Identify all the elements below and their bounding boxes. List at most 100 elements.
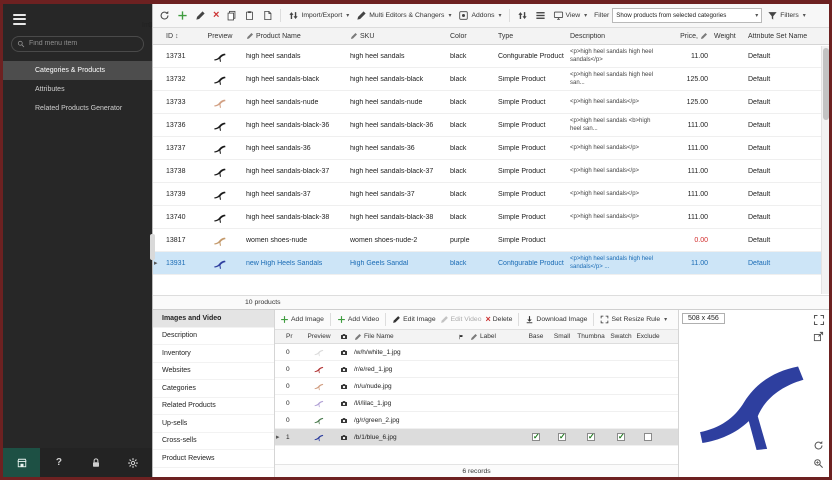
paste-button[interactable] [242, 8, 257, 23]
cell-sku[interactable]: high heel sandals-nude [347, 99, 447, 106]
header-small[interactable]: Small [549, 333, 575, 340]
header-file-name[interactable]: File Name [351, 333, 455, 341]
cell-file-name[interactable]: /w/h/white_1.jpg [351, 349, 455, 356]
import-export-menu[interactable]: Import/Export▾ [286, 8, 351, 23]
product-row[interactable]: 13732 high heel sandals-black high heel … [153, 68, 829, 91]
image-row[interactable]: 0 /n/u/nude.jpg [275, 378, 678, 395]
delete-image-button[interactable]: ×Delete [486, 315, 513, 324]
cell-file-name[interactable]: /g/r/green_2.jpg [351, 417, 455, 424]
cell-price[interactable]: 11.00 [661, 260, 711, 267]
header-swatch[interactable]: Swatch [607, 333, 635, 340]
document-button[interactable] [260, 8, 275, 23]
cell-small[interactable] [549, 433, 575, 441]
image-row[interactable]: 0 /w/h/white_1.jpg [275, 344, 678, 361]
edit-product-button[interactable] [193, 8, 208, 23]
cell-sku[interactable]: high heel sandals [347, 53, 447, 60]
header-preview[interactable]: Preview [301, 333, 337, 340]
header-priority[interactable]: Pr [283, 333, 301, 340]
image-row[interactable]: ▸ 1 /b/1/blue_6.jpg [275, 429, 678, 446]
detail-tab[interactable]: Related Products [153, 398, 274, 416]
grid-scrollbar[interactable] [821, 46, 829, 294]
multi-editors-menu[interactable]: Multi Editors & Changers▾ [354, 8, 453, 23]
zoom-button[interactable] [812, 458, 825, 471]
add-video-button[interactable]: Add Video [337, 315, 379, 324]
product-row[interactable]: 13733 high heel sandals-nude high heel s… [153, 91, 829, 114]
sidebar-item[interactable]: Categories & Products [3, 61, 152, 80]
edit-image-button[interactable]: Edit Image [392, 315, 436, 324]
header-exclude[interactable]: Exclude [635, 333, 661, 340]
detail-tab[interactable]: Categories [153, 380, 274, 398]
cell-exclude[interactable] [635, 433, 661, 441]
download-image-button[interactable]: Download Image [525, 315, 587, 324]
rotate-button[interactable] [812, 440, 825, 453]
cell-product-name[interactable]: high heel sandals [243, 53, 347, 60]
sidebar-item[interactable]: Attributes [3, 80, 152, 99]
cell-product-name[interactable]: high heel sandals-37 [243, 191, 347, 198]
help-button[interactable]: ? [40, 448, 77, 477]
detail-tab[interactable]: Up-sells [153, 415, 274, 433]
cell-file-name[interactable]: /n/u/nude.jpg [351, 383, 455, 390]
cell-product-name[interactable]: high heel sandals-black-37 [243, 168, 347, 175]
add-image-button[interactable]: Add Image [280, 315, 324, 324]
thumbnail-checkbox[interactable] [587, 433, 595, 441]
image-row[interactable]: 0 /g/r/green_2.jpg [275, 412, 678, 429]
header-description[interactable]: Description [567, 33, 661, 40]
menu-search-input[interactable] [29, 40, 138, 47]
set-resize-rule-button[interactable]: Set Resize Rule▾ [600, 315, 667, 324]
cell-swatch[interactable] [607, 433, 635, 441]
cell-product-name[interactable]: women shoes-nude [243, 237, 347, 244]
cell-sku[interactable]: High Geels Sandal [347, 260, 447, 267]
cell-price[interactable]: 111.00 [661, 191, 711, 198]
refresh-button[interactable] [157, 8, 172, 23]
header-sku[interactable]: SKU [347, 32, 447, 40]
cell-base[interactable] [523, 433, 549, 441]
product-row[interactable]: 13731 high heel sandals high heel sandal… [153, 45, 829, 68]
cell-product-name[interactable]: high heel sandals-black [243, 76, 347, 83]
detail-tab[interactable]: Websites [153, 363, 274, 381]
lock-button[interactable] [78, 448, 115, 477]
cell-file-name[interactable]: /l/i/lilac_1.jpg [351, 400, 455, 407]
detail-tab[interactable]: Cross-sells [153, 433, 274, 451]
exclude-checkbox[interactable] [644, 433, 652, 441]
product-row[interactable]: 13740 high heel sandals-black-38 high he… [153, 206, 829, 229]
cell-product-name[interactable]: high heel sandals-nude [243, 99, 347, 106]
sidebar-splitter-handle[interactable] [150, 234, 155, 260]
columns-button[interactable] [533, 8, 548, 23]
header-thumbnail[interactable]: Thumbna [575, 333, 607, 340]
detail-tab[interactable]: Images and Video [153, 310, 274, 328]
sort-button[interactable] [515, 8, 530, 23]
scrollbar-thumb[interactable] [823, 48, 829, 120]
header-weight[interactable]: Weight [711, 33, 745, 40]
detail-tab[interactable]: Product Reviews [153, 450, 274, 468]
cell-sku[interactable]: women shoes-nude-2 [347, 237, 447, 244]
base-checkbox[interactable] [532, 433, 540, 441]
cell-product-name[interactable]: high heel sandals-black-36 [243, 122, 347, 129]
sidebar-item[interactable]: Related Products Generator [3, 99, 152, 118]
hamburger-menu-icon[interactable] [3, 4, 36, 33]
cell-price[interactable]: 111.00 [661, 168, 711, 175]
header-type[interactable]: Type [495, 33, 567, 40]
cell-price[interactable]: 0.00 [661, 237, 711, 244]
cell-thumbnail[interactable] [575, 433, 607, 441]
image-row[interactable]: 0 /l/i/lilac_1.jpg [275, 395, 678, 412]
add-product-button[interactable] [175, 8, 190, 23]
filters-button[interactable]: Filters▾ [765, 8, 808, 23]
swatch-checkbox[interactable] [617, 433, 625, 441]
header-base[interactable]: Base [523, 333, 549, 340]
filter-select[interactable]: Show products from selected categories▾ [612, 8, 762, 23]
cell-price[interactable]: 125.00 [661, 99, 711, 106]
product-row[interactable]: 13817 women shoes-nude women shoes-nude-… [153, 229, 829, 252]
cell-file-name[interactable]: /b/1/blue_6.jpg [351, 434, 455, 441]
cell-price[interactable]: 111.00 [661, 214, 711, 221]
product-row[interactable]: 13738 high heel sandals-black-37 high he… [153, 160, 829, 183]
detail-tab[interactable]: Description [153, 328, 274, 346]
cell-sku[interactable]: high heel sandals-black-38 [347, 214, 447, 221]
detail-tab[interactable]: Inventory [153, 345, 274, 363]
fullscreen-button[interactable] [812, 314, 825, 327]
small-checkbox[interactable] [558, 433, 566, 441]
delete-product-button[interactable]: × [211, 9, 221, 22]
header-id[interactable]: ID↕ [163, 33, 197, 40]
header-preview[interactable]: Preview [197, 33, 243, 40]
cell-price[interactable]: 111.00 [661, 122, 711, 129]
open-external-button[interactable] [812, 331, 825, 344]
